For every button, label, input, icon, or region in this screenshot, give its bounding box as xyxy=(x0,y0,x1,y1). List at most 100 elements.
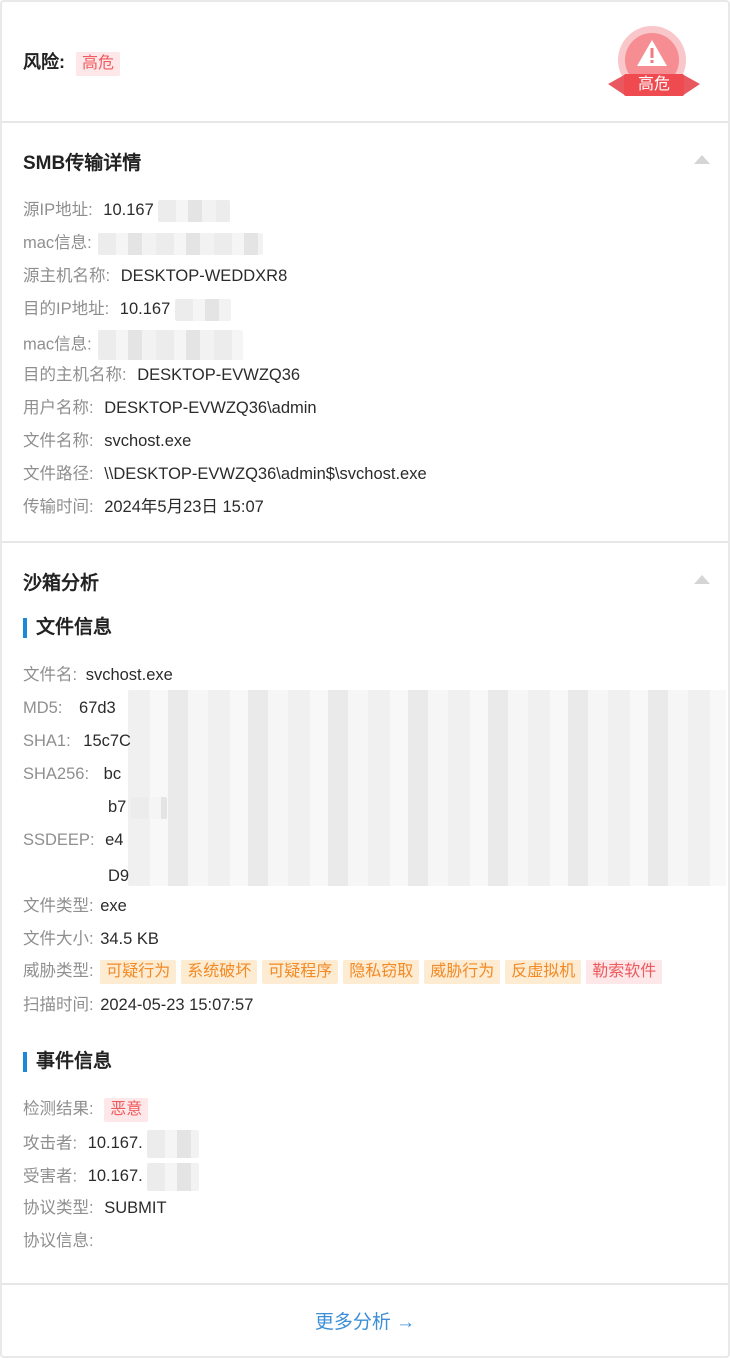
divider xyxy=(2,1283,728,1285)
filesize-row: 文件大小: 34.5 KB xyxy=(23,927,159,951)
sandbox-filename-row: 文件名: svchost.exe xyxy=(23,663,173,687)
field-label: 源IP地址: xyxy=(23,201,93,219)
field-label: 受害者: xyxy=(23,1167,78,1186)
field-label: 用户名称: xyxy=(23,399,94,417)
high-risk-seal-icon: 高危 xyxy=(606,24,702,102)
threat-tag: 威胁行为 xyxy=(424,960,501,984)
field-label: 文件名: xyxy=(23,666,78,684)
smb-time-row: 传输时间: 2024年5月23日 15:07 xyxy=(23,495,264,519)
field-label: 目的IP地址: xyxy=(23,300,110,318)
field-value: D9 xyxy=(108,867,130,885)
field-value: 34.5 KB xyxy=(100,930,159,948)
divider xyxy=(2,541,728,543)
smb-dst-ip-row: 目的IP地址: 10.167 xyxy=(23,297,231,321)
field-label: 文件大小: xyxy=(23,930,94,948)
field-value: svchost.exe xyxy=(85,666,173,684)
sha256-row: SHA256: bc xyxy=(23,762,121,786)
attacker-row: 攻击者: 10.167. xyxy=(23,1130,200,1158)
risk-row: 风险: 高危 xyxy=(23,50,125,76)
field-label: 目的主机名称: xyxy=(23,366,127,384)
victim-row: 受害者: 10.167. xyxy=(23,1163,200,1191)
redacted-hash-area xyxy=(128,690,726,886)
field-value: 2024年5月23日 15:07 xyxy=(104,498,264,516)
field-label: 协议信息: xyxy=(23,1232,94,1250)
ssdeep-cont-row: D9 xyxy=(108,864,129,888)
field-value: e4 xyxy=(105,831,124,849)
field-label: 传输时间: xyxy=(23,498,94,516)
field-value: b7 xyxy=(108,798,127,816)
field-label: 检测结果: xyxy=(23,1100,94,1118)
smb-src-host-row: 源主机名称: DESKTOP-WEDDXR8 xyxy=(23,264,287,288)
risk-label: 风险: xyxy=(23,52,65,72)
threat-tag: 隐私窃取 xyxy=(343,960,420,984)
result-tag: 恶意 xyxy=(104,1098,149,1122)
redacted-block xyxy=(174,298,231,321)
scantime-row: 扫描时间: 2024-05-23 15:07:57 xyxy=(23,993,253,1017)
protocol-type-row: 协议类型: SUBMIT xyxy=(23,1196,167,1220)
field-value: exe xyxy=(100,897,127,915)
field-label: SHA256: xyxy=(23,765,90,783)
divider xyxy=(2,121,728,123)
field-label: SSDEEP: xyxy=(23,831,95,849)
field-value: DESKTOP-EVWZQ36\admin xyxy=(104,399,317,417)
field-label: mac信息: xyxy=(23,234,92,252)
redacted-block xyxy=(98,330,244,360)
sha256-cont-row: b7 xyxy=(108,795,167,819)
field-value: SUBMIT xyxy=(104,1199,167,1217)
field-label: SHA1: xyxy=(23,732,71,750)
field-value: bc xyxy=(103,765,122,783)
event-info-title: 事件信息 xyxy=(23,1050,112,1074)
protocol-info-row: 协议信息: xyxy=(23,1229,94,1253)
detect-result-row: 检测结果: 恶意 xyxy=(23,1097,153,1122)
field-value: 10.167 xyxy=(119,300,171,318)
smb-filepath-row: 文件路径: \\DESKTOP-EVWZQ36\admin$\svchost.e… xyxy=(23,462,427,486)
field-value: 15c7C xyxy=(83,732,131,750)
redacted-block xyxy=(147,1163,200,1191)
field-label: 扫描时间: xyxy=(23,996,94,1014)
smb-user-row: 用户名称: DESKTOP-EVWZQ36\admin xyxy=(23,396,317,420)
file-info-title: 文件信息 xyxy=(23,616,112,640)
threat-tag: 反虚拟机 xyxy=(505,960,582,984)
ssdeep-row: SSDEEP: e4 xyxy=(23,828,123,852)
field-value: 10.167 xyxy=(103,201,154,219)
field-label: 协议类型: xyxy=(23,1199,94,1217)
field-value: \\DESKTOP-EVWZQ36\admin$\svchost.exe xyxy=(104,465,427,483)
redacted-block xyxy=(158,199,231,222)
redacted-block xyxy=(98,232,264,255)
field-label: mac信息: xyxy=(23,335,92,354)
threat-tag: 勒索软件 xyxy=(586,960,663,984)
sha1-row: SHA1: 15c7C xyxy=(23,729,131,753)
more-analysis-link[interactable]: 更多分析 → xyxy=(0,1307,730,1334)
smb-src-ip-row: 源IP地址: 10.167 xyxy=(23,198,231,222)
field-label: 文件名称: xyxy=(23,432,94,450)
smb-dst-host-row: 目的主机名称: DESKTOP-EVWZQ36 xyxy=(23,363,300,387)
threat-tag: 可疑行为 xyxy=(100,960,177,984)
field-value: svchost.exe xyxy=(104,432,192,450)
field-label: 攻击者: xyxy=(23,1134,78,1153)
smb-section-title: SMB传输详情 xyxy=(23,153,142,174)
risk-level-tag: 高危 xyxy=(76,52,121,76)
threat-type-row: 威胁类型: 可疑行为 系统破坏 可疑程序 隐私窃取 威胁行为 反虚拟机 勒索软件 xyxy=(23,959,663,984)
field-value: DESKTOP-EVWZQ36 xyxy=(137,366,301,384)
seal-text: 高危 xyxy=(637,76,670,93)
redacted-block xyxy=(147,1130,200,1158)
sandbox-section-title: 沙箱分析 xyxy=(23,573,100,594)
field-value: DESKTOP-WEDDXR8 xyxy=(120,267,288,285)
field-label: 威胁类型: xyxy=(23,962,94,980)
field-value: 67d3 xyxy=(79,699,116,717)
collapse-chevron-icon[interactable] xyxy=(694,155,710,164)
field-value: 2024-05-23 15:07:57 xyxy=(100,996,254,1014)
threat-tag: 可疑程序 xyxy=(262,960,339,984)
field-value: 10.167. xyxy=(87,1134,143,1153)
md5-row: MD5: 67d3 xyxy=(23,696,116,720)
field-label: 源主机名称: xyxy=(23,267,111,285)
smb-src-mac-row: mac信息: xyxy=(23,231,264,255)
field-value: 10.167. xyxy=(87,1167,143,1186)
collapse-chevron-icon[interactable] xyxy=(694,575,710,584)
field-label: 文件路径: xyxy=(23,465,94,483)
field-label: MD5: xyxy=(23,699,63,717)
field-label: 文件类型: xyxy=(23,897,94,915)
threat-tag: 系统破坏 xyxy=(181,960,258,984)
redacted-block xyxy=(130,796,167,819)
smb-dst-mac-row: mac信息: xyxy=(23,330,244,360)
